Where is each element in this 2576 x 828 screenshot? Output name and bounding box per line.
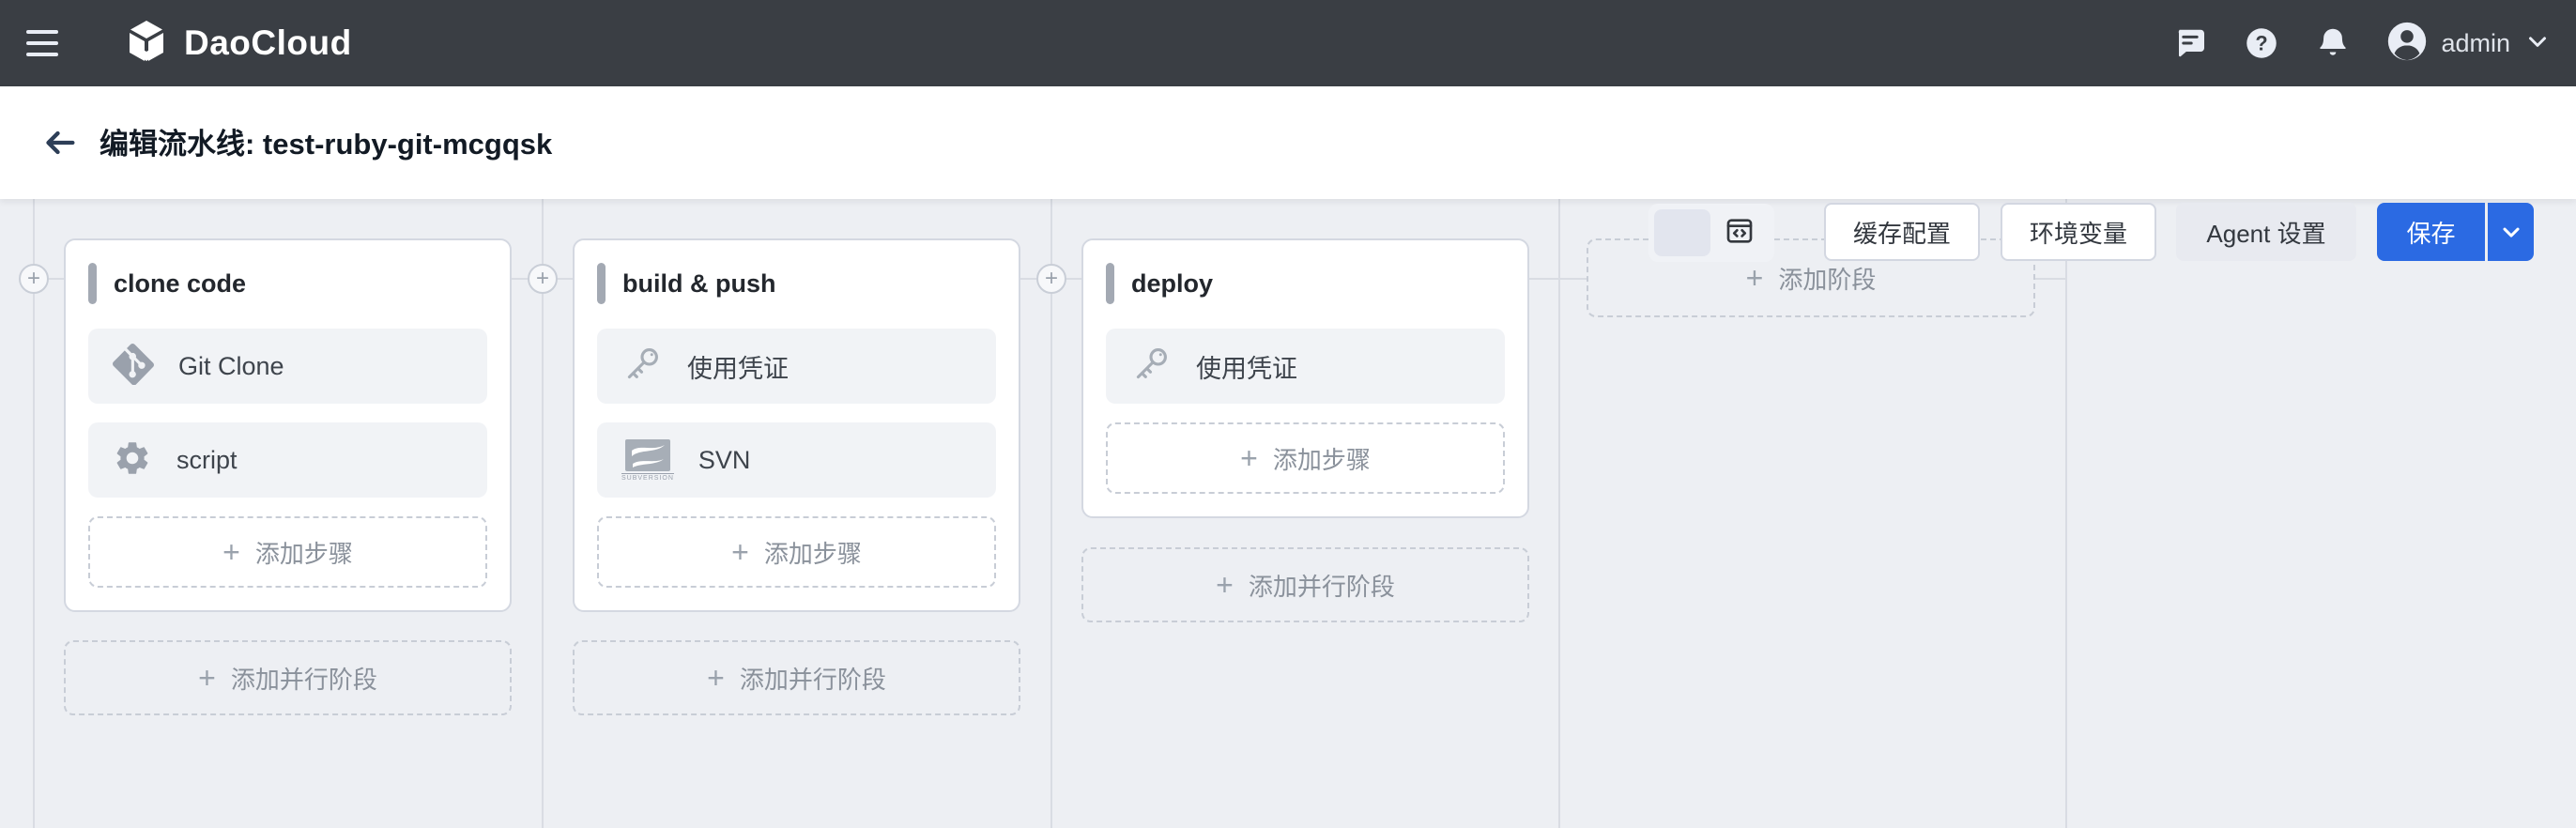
plus-icon: + [222, 535, 240, 569]
code-view-toggle[interactable] [1710, 209, 1769, 256]
save-button[interactable]: 保存 [2377, 203, 2485, 261]
username: admin [2441, 28, 2510, 57]
svg-text:?: ? [2256, 32, 2268, 55]
step-credentials[interactable]: 使用凭证 [1106, 329, 1505, 404]
page-header: 编辑流水线: test-ruby-git-mcgqsk 缓存配置 环境变量 Ag… [0, 86, 2576, 262]
top-navbar: DaoCloud ? admin [0, 0, 2576, 86]
stage-grab-bar [1106, 263, 1114, 304]
stage-name: build & push [622, 268, 776, 298]
plus-icon: + [1240, 441, 1258, 475]
stage-name: deploy [1131, 268, 1214, 298]
step-svn[interactable]: SUBVERSION SVN [597, 422, 996, 498]
plus-icon: + [1745, 261, 1764, 295]
stage-header[interactable]: clone code [88, 263, 487, 304]
plus-icon: + [707, 661, 725, 695]
bell-icon[interactable] [2315, 25, 2351, 61]
back-button[interactable] [41, 124, 79, 161]
agent-settings-button[interactable]: Agent 设置 [2176, 203, 2356, 261]
daocloud-logo-icon [124, 19, 169, 69]
connector-line [1529, 278, 1587, 280]
plus-icon: + [1216, 568, 1234, 602]
add-parallel-stage-button[interactable]: + 添加并行阶段 [1081, 547, 1529, 622]
step-label: 使用凭证 [1196, 354, 1297, 383]
git-icon [113, 343, 154, 390]
pipeline-editor-page: DaoCloud ? admin 编辑流水线: test-ruby-git-mc… [0, 0, 2576, 828]
stage-header[interactable]: deploy [1106, 263, 1505, 304]
code-view-icon [1725, 216, 1755, 251]
avatar-icon [2386, 21, 2428, 67]
view-toggle [1648, 204, 1774, 262]
connector-line [2035, 278, 2066, 280]
pipeline-canvas: + + + clone code Git Clone script + 添加步骤… [0, 199, 2576, 828]
stage-card-clone-code[interactable]: clone code Git Clone script + 添加步骤 [64, 238, 512, 612]
form-view-toggle[interactable] [1654, 209, 1710, 256]
add-parallel-stage-button[interactable]: + 添加并行阶段 [64, 640, 512, 715]
insert-stage-button[interactable]: + [1036, 264, 1066, 294]
step-git-clone[interactable]: Git Clone [88, 329, 487, 404]
stage-card-build-push[interactable]: build & push 使用凭证 SUBVERSION SVN + 添加步骤 [573, 238, 1020, 612]
key-icon [1130, 344, 1172, 390]
brand-name: DaoCloud [184, 23, 352, 62]
step-label: script [176, 445, 238, 474]
cache-config-button[interactable]: 缓存配置 [1824, 203, 1980, 261]
stage-grab-bar [597, 263, 606, 304]
svn-caption: SUBVERSION [621, 473, 674, 482]
step-script[interactable]: script [88, 422, 487, 498]
help-icon[interactable]: ? [2244, 25, 2279, 61]
plus-icon: + [731, 535, 749, 569]
add-step-button[interactable]: + 添加步骤 [597, 516, 996, 588]
add-step-button[interactable]: + 添加步骤 [88, 516, 487, 588]
page-title: 编辑流水线: test-ruby-git-mcgqsk [100, 128, 553, 161]
column-divider-line [2065, 199, 2067, 828]
menu-icon[interactable] [26, 26, 60, 60]
stage-header[interactable]: build & push [597, 263, 996, 304]
step-label: SVN [698, 445, 751, 474]
insert-stage-button[interactable]: + [19, 264, 49, 294]
add-parallel-stage-button[interactable]: + 添加并行阶段 [573, 640, 1020, 715]
svn-icon: SUBVERSION [621, 438, 674, 482]
chevron-down-icon [2523, 27, 2552, 60]
key-icon [621, 344, 663, 390]
step-label: Git Clone [178, 351, 284, 380]
env-vars-button[interactable]: 环境变量 [2001, 203, 2156, 261]
step-credentials[interactable]: 使用凭证 [597, 329, 996, 404]
stage-name: clone code [114, 268, 247, 298]
navbar-right: ? admin [2172, 0, 2552, 86]
chat-icon[interactable] [2172, 25, 2208, 61]
brand: DaoCloud [124, 0, 352, 86]
save-dropdown-button[interactable] [2488, 203, 2534, 261]
save-split-button: 保存 [2377, 203, 2534, 261]
plus-icon: + [198, 661, 216, 695]
add-step-button[interactable]: + 添加步骤 [1106, 422, 1505, 494]
gear-icon [113, 438, 152, 483]
stage-grab-bar [88, 263, 97, 304]
user-menu[interactable]: admin [2386, 21, 2552, 67]
step-label: 使用凭证 [687, 354, 789, 383]
stage-card-deploy[interactable]: deploy 使用凭证 + 添加步骤 [1081, 238, 1529, 518]
insert-stage-button[interactable]: + [528, 264, 558, 294]
column-divider-line [1558, 199, 1560, 828]
